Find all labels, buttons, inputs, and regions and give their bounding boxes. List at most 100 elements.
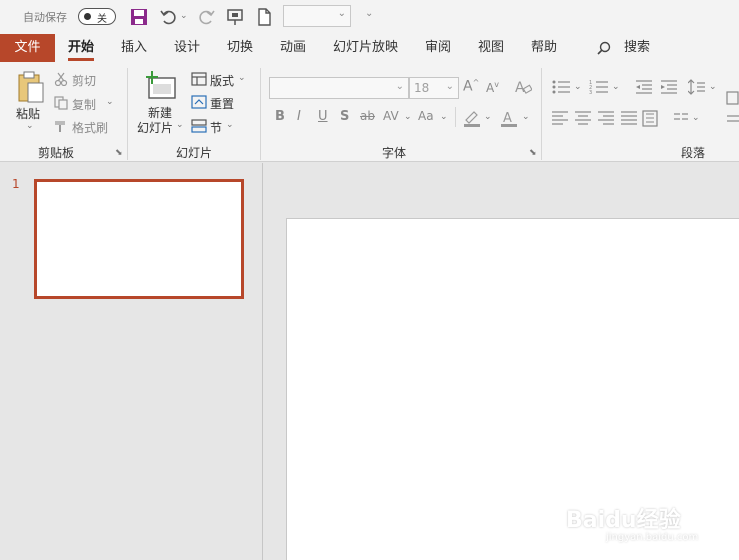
columns-layout-icon[interactable] <box>673 112 689 124</box>
copy-button[interactable]: 复制 <box>72 96 96 113</box>
format-painter-button[interactable]: 格式刷 <box>72 119 108 136</box>
section-button[interactable]: 节 <box>210 119 222 136</box>
font-color-icon[interactable]: A <box>499 108 519 128</box>
tab-review[interactable]: 审阅 <box>425 34 451 62</box>
align-left-icon[interactable] <box>551 110 569 126</box>
font-color-dropdown-icon[interactable]: ⌄ <box>522 112 530 122</box>
tab-view[interactable]: 视图 <box>478 34 504 62</box>
format-painter-icon <box>55 121 65 132</box>
character-spacing-dropdown-icon[interactable]: ⌄ <box>404 112 412 122</box>
numbering-icon[interactable]: 1 2 3 <box>589 79 609 95</box>
group-divider <box>127 68 128 160</box>
align-text-icon[interactable] <box>725 112 739 128</box>
toggle-knob <box>84 13 91 20</box>
tab-transitions[interactable]: 切换 <box>227 34 253 62</box>
quick-access-toolbar: 自动保存 关 ⌄ ⌄ ⌄ <box>0 0 739 34</box>
new-slide-dropdown-icon[interactable]: ⌄ <box>176 120 184 130</box>
font-dialog-launcher-icon[interactable]: ⬊ <box>529 148 537 158</box>
columns-icon[interactable] <box>642 110 658 127</box>
search-icon[interactable] <box>596 41 611 56</box>
group-divider <box>260 68 261 160</box>
underline-button[interactable]: U <box>318 109 328 124</box>
redo-icon[interactable] <box>195 6 217 28</box>
reset-button[interactable]: 重置 <box>210 95 234 112</box>
tab-help[interactable]: 帮助 <box>531 34 557 62</box>
tab-search[interactable]: 搜索 <box>624 34 650 62</box>
justify-icon[interactable] <box>620 110 638 126</box>
autosave-toggle[interactable]: 关 <box>78 8 116 25</box>
svg-text:3: 3 <box>589 90 592 95</box>
watermark-url: jingyan.baidu.com <box>606 532 699 543</box>
bullets-dropdown-icon[interactable]: ⌄ <box>574 82 582 92</box>
change-case-button[interactable]: Aa <box>418 109 434 123</box>
italic-button[interactable]: I <box>297 109 301 124</box>
increase-indent-icon[interactable] <box>660 79 678 95</box>
present-from-start-icon[interactable] <box>224 6 246 28</box>
slide-thumbnail[interactable] <box>34 179 244 299</box>
tab-slideshow[interactable]: 幻灯片放映 <box>333 34 398 62</box>
paste-dropdown-icon[interactable]: ⌄ <box>26 121 34 131</box>
clipboard-dialog-launcher-icon[interactable]: ⬊ <box>115 148 123 158</box>
font-name-combo[interactable]: ⌄ <box>269 77 409 99</box>
text-direction-icon[interactable] <box>725 90 739 106</box>
clear-formatting-icon[interactable]: A <box>514 78 532 96</box>
line-spacing-dropdown-icon[interactable]: ⌄ <box>709 82 717 92</box>
paragraph-group-label: 段落 <box>681 146 706 160</box>
new-document-icon[interactable] <box>253 6 275 28</box>
watermark-brand: Baidu经验 <box>566 508 681 533</box>
chevron-down-icon: ⌄ <box>337 8 346 19</box>
decrease-indent-icon[interactable] <box>635 79 653 95</box>
font-size-value: 18 <box>414 81 430 95</box>
divider <box>455 107 456 127</box>
highlight-dropdown-icon[interactable]: ⌄ <box>484 112 492 122</box>
paste-icon[interactable] <box>16 70 46 104</box>
highlight-color-icon[interactable] <box>462 108 482 128</box>
copy-icon <box>54 96 68 110</box>
bullets-icon[interactable] <box>551 79 571 95</box>
scissors-icon <box>54 72 68 86</box>
line-spacing-icon[interactable] <box>688 79 706 95</box>
autosave-label: 自动保存 <box>23 11 67 24</box>
qat-font-combo[interactable]: ⌄ <box>283 5 351 27</box>
reset-icon <box>191 95 207 109</box>
change-case-dropdown-icon[interactable]: ⌄ <box>440 112 448 122</box>
numbering-dropdown-icon[interactable]: ⌄ <box>612 82 620 92</box>
bold-button[interactable]: B <box>275 109 285 124</box>
section-icon <box>191 119 207 133</box>
tab-animations[interactable]: 动画 <box>280 34 306 62</box>
new-slide-button-line2[interactable]: 幻灯片 <box>137 119 173 136</box>
undo-icon[interactable] <box>158 6 180 28</box>
group-divider <box>541 68 542 160</box>
paste-button[interactable]: 粘贴 <box>16 105 40 122</box>
character-spacing-button[interactable]: AV <box>383 109 399 123</box>
copy-dropdown-icon[interactable]: ⌄ <box>106 97 114 107</box>
slide-number: 1 <box>12 177 20 191</box>
ribbon-tab-bar: 文件 开始 插入 设计 切换 动画 幻灯片放映 审阅 视图 帮助 搜索 <box>0 34 739 62</box>
font-group-label: 字体 <box>382 146 407 160</box>
layout-dropdown-icon[interactable]: ⌄ <box>238 73 246 83</box>
align-right-icon[interactable] <box>597 110 615 126</box>
chevron-down-icon: ⌄ <box>395 81 404 92</box>
clipboard-group-label: 剪贴板 <box>38 146 75 160</box>
section-dropdown-icon[interactable]: ⌄ <box>226 120 234 130</box>
align-center-icon[interactable] <box>574 110 592 126</box>
layout-icon <box>191 72 207 86</box>
strikethrough-button[interactable]: ab <box>360 109 375 123</box>
customize-toolbar-icon[interactable]: ⌄ <box>365 8 373 19</box>
tab-file[interactable]: 文件 <box>0 34 55 62</box>
cut-button[interactable]: 剪切 <box>72 72 96 89</box>
tab-home[interactable]: 开始 <box>68 34 95 62</box>
tab-design[interactable]: 设计 <box>174 34 200 62</box>
font-size-combo[interactable]: 18 ⌄ <box>409 77 459 99</box>
increase-font-size-icon[interactable]: A^ <box>463 78 479 95</box>
autosave-state: 关 <box>97 14 107 25</box>
decrease-font-size-icon[interactable]: Av <box>486 80 499 95</box>
columns-dropdown-icon[interactable]: ⌄ <box>692 113 700 123</box>
slides-group-label: 幻灯片 <box>176 146 213 160</box>
undo-dropdown-icon[interactable]: ⌄ <box>180 11 188 21</box>
text-shadow-button[interactable]: S <box>340 109 349 124</box>
save-icon[interactable] <box>128 6 150 28</box>
tab-insert[interactable]: 插入 <box>121 34 147 62</box>
new-slide-icon[interactable] <box>144 70 178 104</box>
layout-button[interactable]: 版式 <box>210 72 234 89</box>
